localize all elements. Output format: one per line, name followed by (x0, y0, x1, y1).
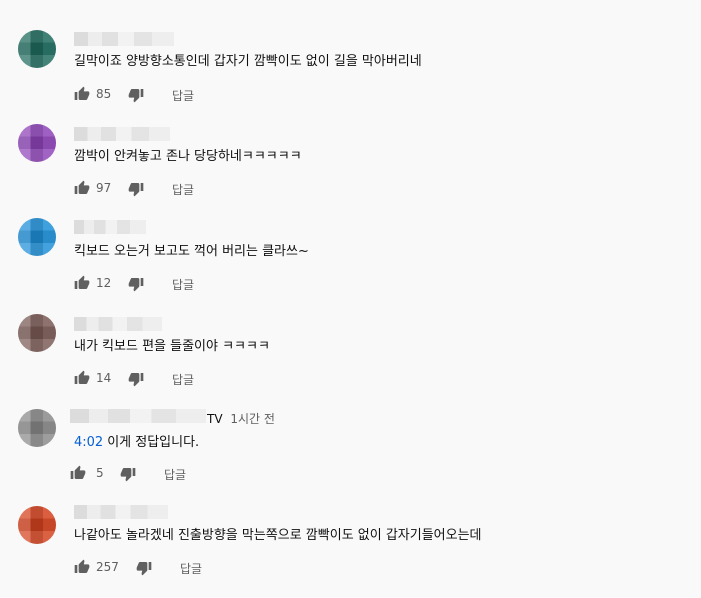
author-name-blurred[interactable] (70, 409, 206, 423)
comment-item: 길막이죠 양방향소통인데 갑자기 깜빡이도 없이 길을 막아버리네 85 답글 (0, 30, 701, 125)
comment-item: 깜박이 안켜놓고 존나 당당하네ㅋㅋㅋㅋㅋ 97 답글 (0, 124, 701, 219)
like-count: 97 (96, 181, 112, 195)
comment-item: 나같아도 놀라겠네 진출방향을 막는쪽으로 깜빡이도 없이 갑자기들어오는데 2… (0, 503, 701, 598)
thumb-up-icon[interactable] (74, 370, 90, 386)
reply-button[interactable]: 답글 (172, 87, 194, 104)
comment-item: 내가 킥보드 편을 들줄이야 ㅋㅋㅋㅋ 14 답글 (0, 314, 701, 409)
like-count: 12 (96, 276, 112, 290)
thumb-up-icon[interactable] (74, 86, 90, 102)
thumb-down-icon[interactable] (128, 276, 144, 292)
author-name-blurred[interactable] (74, 317, 162, 331)
thumb-up-icon[interactable] (74, 275, 90, 291)
author-name-blurred[interactable] (74, 32, 174, 46)
comment-text: 킥보드 오는거 보고도 꺽어 버리는 클라쓰~ (74, 244, 309, 259)
comment-item: TV 1시간 전 4:02 이게 정답입니다. 5 답글 (0, 408, 701, 503)
avatar[interactable] (18, 30, 56, 68)
author-meta: TV 1시간 전 (207, 410, 275, 427)
author-suffix[interactable]: TV (207, 412, 223, 426)
like-count: 14 (96, 371, 112, 385)
thumb-up-icon[interactable] (74, 180, 90, 196)
thumb-down-icon[interactable] (136, 560, 152, 576)
like-count: 5 (96, 466, 104, 480)
reply-button[interactable]: 답글 (164, 466, 186, 483)
comment-time[interactable]: 1시간 전 (230, 412, 275, 426)
thumb-up-icon[interactable] (74, 559, 90, 575)
comment-text: 나같아도 놀라겠네 진출방향을 막는쪽으로 깜빡이도 없이 갑자기들어오는데 (74, 528, 482, 543)
thumb-down-icon[interactable] (120, 466, 136, 482)
thumb-down-icon[interactable] (128, 87, 144, 103)
author-name-blurred[interactable] (74, 505, 168, 519)
timestamp-link[interactable]: 4:02 (74, 435, 103, 450)
like-count: 257 (96, 560, 119, 574)
thumb-up-icon[interactable] (70, 465, 86, 481)
comment-text: 내가 킥보드 편을 들줄이야 ㅋㅋㅋㅋ (74, 339, 270, 354)
comment-text: 길막이죠 양방향소통인데 갑자기 깜빡이도 없이 길을 막아버리네 (74, 54, 422, 69)
avatar[interactable] (18, 409, 56, 447)
reply-button[interactable]: 답글 (172, 181, 194, 198)
reply-button[interactable]: 답글 (180, 560, 202, 577)
reply-button[interactable]: 답글 (172, 371, 194, 388)
avatar[interactable] (18, 506, 56, 544)
thumb-down-icon[interactable] (128, 181, 144, 197)
comment-item: 킥보드 오는거 보고도 꺽어 버리는 클라쓰~ 12 답글 (0, 218, 701, 313)
comment-text: 4:02 이게 정답입니다. (74, 435, 200, 450)
author-name-blurred[interactable] (74, 220, 146, 234)
avatar[interactable] (18, 124, 56, 162)
thumb-down-icon[interactable] (128, 371, 144, 387)
author-name-blurred[interactable] (74, 127, 170, 141)
comment-text: 깜박이 안켜놓고 존나 당당하네ㅋㅋㅋㅋㅋ (74, 149, 302, 164)
avatar[interactable] (18, 218, 56, 256)
avatar[interactable] (18, 314, 56, 352)
like-count: 85 (96, 87, 112, 101)
reply-button[interactable]: 답글 (172, 276, 194, 293)
